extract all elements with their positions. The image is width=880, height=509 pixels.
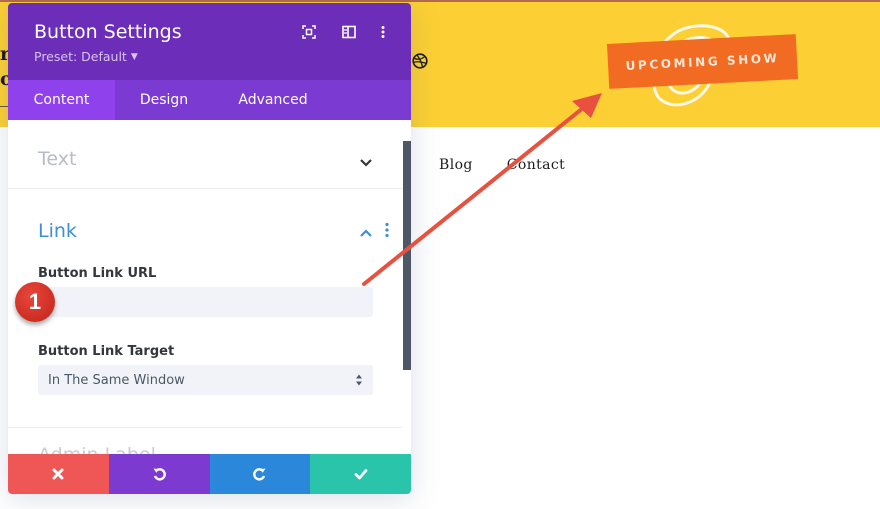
tab-advanced[interactable]: Advanced (213, 80, 333, 120)
logo-underline (0, 106, 8, 107)
site-nav: Blog Contact (439, 157, 565, 173)
tab-design[interactable]: Design (115, 80, 213, 120)
section-divider (8, 427, 403, 428)
select-value: In The Same Window (48, 372, 185, 388)
button-link-url-label: Button Link URL (38, 266, 157, 281)
cancel-button[interactable] (8, 454, 109, 494)
redo-icon (253, 468, 266, 481)
chevron-up-icon (360, 229, 372, 237)
section-text-toggle[interactable]: Text (8, 132, 403, 182)
close-icon (52, 468, 64, 480)
focus-icon[interactable] (301, 24, 317, 40)
tab-content[interactable]: Content (8, 80, 115, 120)
nav-item-blog[interactable]: Blog (439, 157, 473, 173)
save-button[interactable] (310, 454, 411, 494)
undo-icon (153, 468, 166, 481)
chevron-down-icon (360, 159, 372, 167)
sidebar-layout-icon[interactable] (341, 24, 357, 40)
page: r o UPCOMING SHOW Blog Contact Button Se… (0, 0, 880, 509)
modal-body: Text Link Button Link URL Button Link Ta… (8, 120, 411, 466)
preset-label: Preset: Default (34, 49, 127, 64)
scrollbar[interactable] (403, 141, 411, 370)
button-settings-modal: Button Settings Preset: Default ▼ Conten… (8, 3, 411, 494)
dribbble-icon[interactable] (412, 53, 428, 69)
section-title-link: Link (38, 220, 77, 242)
more-vertical-icon[interactable] (375, 24, 391, 40)
modal-tabs: Content Design Advanced (8, 80, 411, 120)
preset-dropdown[interactable]: Preset: Default ▼ (34, 49, 138, 64)
caret-down-icon: ▼ (130, 51, 138, 62)
modal-title: Button Settings (34, 21, 182, 43)
select-arrows-icon (356, 374, 362, 386)
upcoming-show-button[interactable]: UPCOMING SHOW (606, 34, 799, 89)
button-link-target-select[interactable]: In The Same Window (38, 365, 373, 395)
button-link-target-label: Button Link Target (38, 344, 175, 359)
button-link-url-input[interactable] (38, 287, 373, 317)
step-number-badge: 1 (15, 282, 55, 322)
section-more-icon[interactable] (384, 222, 390, 238)
check-icon (354, 469, 368, 480)
redo-button[interactable] (209, 454, 311, 494)
nav-item-contact[interactable]: Contact (507, 157, 565, 173)
section-divider (8, 188, 403, 189)
modal-header[interactable]: Button Settings Preset: Default ▼ (8, 3, 411, 80)
section-link-toggle[interactable]: Link (8, 208, 403, 248)
modal-footer (8, 454, 411, 494)
undo-button[interactable] (108, 454, 210, 494)
section-title-text: Text (38, 148, 77, 170)
